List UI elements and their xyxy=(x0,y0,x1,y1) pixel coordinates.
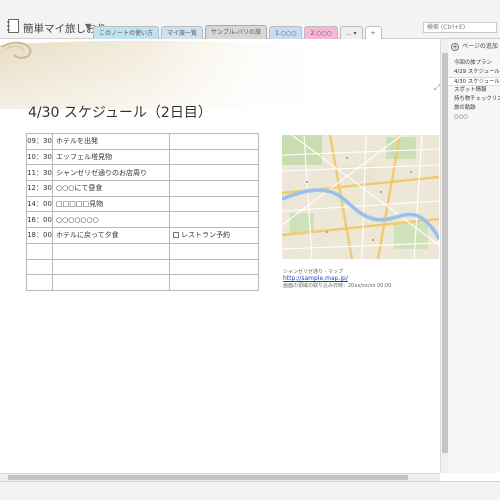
page-list-panel: +ページの追加 今回の旅プラン4/29 スケジュール（4/30 スケジュール（ス… xyxy=(448,39,500,473)
note-cell[interactable] xyxy=(169,242,259,260)
schedule-row xyxy=(26,274,259,291)
map-caption: シャンゼリゼ通り - マップ xyxy=(283,269,343,275)
page-list-item[interactable]: 4/30 スケジュール（ xyxy=(448,77,500,86)
schedule-row xyxy=(26,242,259,260)
activity-cell[interactable]: ホテルに戻って夕食 xyxy=(52,227,170,244)
plus-icon: + xyxy=(451,43,459,51)
page-list-item[interactable]: 旅の軌跡 xyxy=(448,104,500,113)
section-tab[interactable]: マイ旅一覧 xyxy=(161,26,204,39)
section-tab[interactable]: 1.○○○ xyxy=(269,26,303,39)
note-cell[interactable] xyxy=(169,195,259,213)
notebook-header: 簡単マイ旅しおり ▼ このノートの使い方 マイ旅一覧 サンプル-パリの旅 1.○○○ 2… xyxy=(0,0,500,39)
activity-cell[interactable]: エッフェル塔見物 xyxy=(52,148,170,166)
activity-cell[interactable]: ○○○にて昼食 xyxy=(52,180,170,197)
schedule-row: 09：30 ホテルを出発 xyxy=(26,133,259,150)
page-title: 4/30 スケジュール（2日目） xyxy=(28,105,212,121)
page-list-item[interactable]: スポット情報 xyxy=(448,86,500,95)
time-cell[interactable]: 16：00 xyxy=(26,211,53,229)
map-capture-timestamp: 画面の領域の取り込み日時：20xx/xx/xx 00:00 xyxy=(283,283,392,289)
activity-cell[interactable]: シャンゼリゼ通りのお店周り xyxy=(52,164,170,182)
time-cell[interactable] xyxy=(26,274,53,291)
vertical-scrollbar[interactable] xyxy=(440,39,448,473)
activity-cell[interactable]: ホテルを出発 xyxy=(52,133,170,150)
section-tab[interactable]: ... ▾ xyxy=(339,26,363,39)
note-cell[interactable]: レストラン予約 xyxy=(169,227,259,244)
section-tab[interactable]: 2.○○○ xyxy=(304,26,338,39)
schedule-row: 11：30 シャンゼリゼ通りのお店周り xyxy=(26,164,259,182)
note-cell[interactable] xyxy=(169,133,259,150)
note-cell[interactable] xyxy=(169,258,259,276)
activity-cell[interactable] xyxy=(52,242,170,260)
activity-cell[interactable] xyxy=(52,258,170,276)
page-list-item[interactable]: 持ち物チェックリスト xyxy=(448,95,500,104)
page-list-item[interactable]: 今回の旅プラン xyxy=(448,59,500,68)
add-section-tab[interactable]: + xyxy=(364,26,382,39)
scrollbar-thumb[interactable] xyxy=(8,475,408,480)
reservation-checkbox[interactable] xyxy=(173,232,179,239)
horizontal-scrollbar[interactable] xyxy=(0,473,440,481)
search-input[interactable]: 検索 (Ctrl+E) xyxy=(423,22,497,33)
page-list: 今回の旅プラン4/29 スケジュール（4/30 スケジュール（スポット情報持ち物… xyxy=(448,59,500,122)
add-page-label: ページの追加 xyxy=(462,43,498,50)
schedule-row xyxy=(26,258,259,276)
map-link[interactable]: http://sample.map.jp/ xyxy=(283,275,348,282)
note-text: レストラン予約 xyxy=(181,231,230,240)
section-tab[interactable]: サンプル-パリの旅 xyxy=(205,25,268,39)
schedule-row: 12：30 ○○○にて昼食 xyxy=(26,180,259,197)
note-cell[interactable] xyxy=(169,211,259,229)
section-tab[interactable]: このノートの使い方 xyxy=(93,26,160,39)
page-canvas: ⤢ 4/30 スケジュール（2日目） 09：30 ホテルを出発 10：30 エッフェル… xyxy=(0,39,440,473)
time-cell[interactable]: 10：30 xyxy=(26,148,53,166)
note-cell[interactable] xyxy=(169,164,259,182)
section-tabs: このノートの使い方 マイ旅一覧 サンプル-パリの旅 1.○○○ 2.○○○... ▾ + xyxy=(93,25,384,39)
time-cell[interactable]: 12：30 xyxy=(26,180,53,197)
time-cell[interactable]: 14：00 xyxy=(26,195,53,213)
note-cell[interactable] xyxy=(169,274,259,291)
note-cell[interactable] xyxy=(169,148,259,166)
page-list-item[interactable]: ○○○ xyxy=(448,113,500,122)
schedule-row: 16：00 ○○○○○○○ xyxy=(26,211,259,229)
status-bar xyxy=(0,481,500,500)
time-cell[interactable]: 09：30 xyxy=(26,133,53,150)
time-cell[interactable]: 11：30 xyxy=(26,164,53,182)
page-list-item[interactable]: 4/29 スケジュール（ xyxy=(448,68,500,77)
activity-cell[interactable]: □□□□□見物 xyxy=(52,195,170,213)
add-page-button[interactable]: + ページの追加 xyxy=(451,41,500,52)
schedule-row: 14：00 □□□□□見物 xyxy=(26,195,259,213)
schedule-row: 18：00 ホテルに戻って夕食 レストラン予約 xyxy=(26,227,259,244)
map-image xyxy=(282,135,439,259)
activity-cell[interactable] xyxy=(52,274,170,291)
schedule-row: 10：30 エッフェル塔見物 xyxy=(26,148,259,166)
chevron-down-icon[interactable]: ▼ xyxy=(85,22,91,31)
time-cell[interactable] xyxy=(26,258,53,276)
time-cell[interactable] xyxy=(26,242,53,260)
schedule-table: 09：30 ホテルを出発 10：30 エッフェル塔見物 11：30 シャンゼリゼ通りのお店… xyxy=(26,133,259,291)
note-cell[interactable] xyxy=(169,180,259,197)
notebook-icon[interactable] xyxy=(7,19,19,33)
time-cell[interactable]: 18：00 xyxy=(26,227,53,244)
activity-cell[interactable]: ○○○○○○○ xyxy=(52,211,170,229)
